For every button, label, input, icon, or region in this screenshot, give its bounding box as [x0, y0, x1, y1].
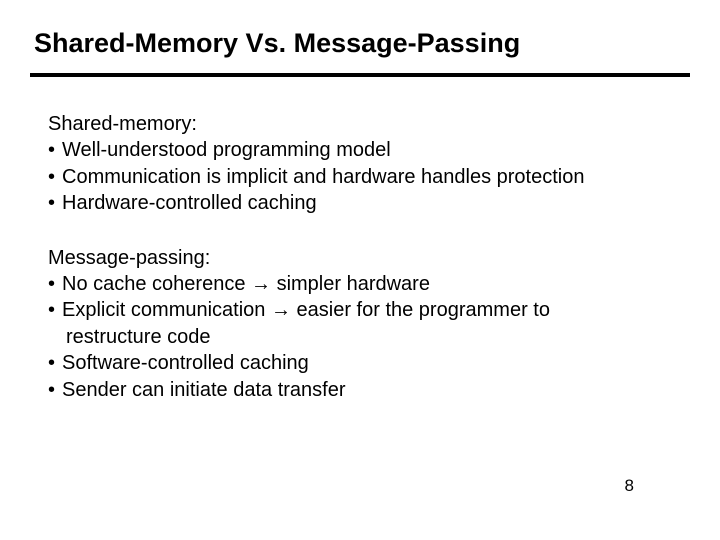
bullet-dot: • [48, 377, 62, 403]
arrow-icon: → [271, 299, 291, 321]
sec1-bullet1-text: Well-understood programming model [62, 137, 690, 163]
bullet-dot: • [48, 137, 62, 163]
bullet-dot: • [48, 350, 62, 376]
bullet-dot: • [48, 271, 62, 297]
sec2-bullet2: • Explicit communication → easier for th… [48, 297, 690, 323]
bullet-dot: • [48, 297, 62, 323]
sec1-bullet3-text: Hardware-controlled caching [62, 190, 690, 216]
sec2-bullet3-text: Software-controlled caching [62, 350, 690, 376]
sec2-bullet1: • No cache coherence → simpler hardware [48, 271, 690, 297]
slide-body: Shared-memory: • Well-understood program… [30, 111, 690, 403]
sec2-bullet1-text: No cache coherence → simpler hardware [62, 271, 690, 297]
slide: Shared-Memory Vs. Message-Passing Shared… [0, 0, 720, 540]
sec2-bullet3: • Software-controlled caching [48, 350, 690, 376]
sec2-bullet4: • Sender can initiate data transfer [48, 377, 690, 403]
bullet-dot: • [48, 190, 62, 216]
slide-title: Shared-Memory Vs. Message-Passing [30, 28, 690, 77]
sec2-bullet2-cont-text: restructure code [62, 324, 690, 350]
section1-head: Shared-memory: [48, 111, 690, 137]
sec2-bullet2-cont: • restructure code [48, 324, 690, 350]
sec2-bullet4-text: Sender can initiate data transfer [62, 377, 690, 403]
sec1-bullet2: • Communication is implicit and hardware… [48, 164, 690, 190]
sec1-bullet2-text: Communication is implicit and hardware h… [62, 164, 690, 190]
sec2-bullet2-text: Explicit communication → easier for the … [62, 297, 690, 323]
sec1-bullet1: • Well-understood programming model [48, 137, 690, 163]
section2-head: Message-passing: [48, 245, 690, 271]
arrow-icon: → [251, 273, 271, 295]
sec1-bullet3: • Hardware-controlled caching [48, 190, 690, 216]
page-number: 8 [625, 476, 634, 496]
bullet-dot: • [48, 164, 62, 190]
